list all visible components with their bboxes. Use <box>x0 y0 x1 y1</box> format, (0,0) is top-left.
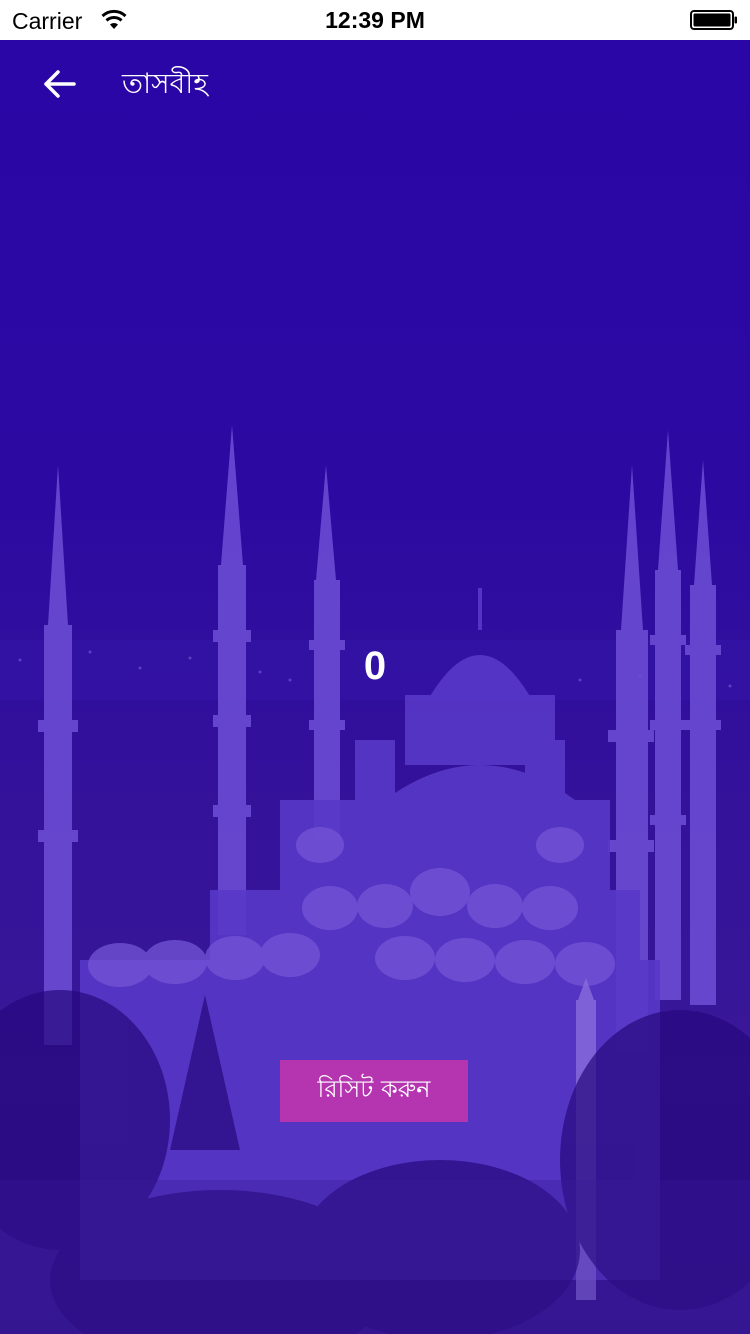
tasbih-counter[interactable]: 0 <box>0 640 750 692</box>
back-button[interactable] <box>36 64 82 104</box>
reset-button[interactable]: রিসিট করুন <box>280 1060 468 1122</box>
tasbih-screen: তাসবীহ 0 রিসিট করুন <box>0 40 750 1334</box>
page-title: তাসবীহ <box>122 67 208 100</box>
app-bar: তাসবীহ <box>0 40 750 128</box>
arrow-left-icon <box>44 70 76 98</box>
status-time: 12:39 PM <box>325 7 425 33</box>
battery-icon <box>690 10 737 30</box>
status-bar: Carrier 12:39 PM <box>0 0 750 40</box>
